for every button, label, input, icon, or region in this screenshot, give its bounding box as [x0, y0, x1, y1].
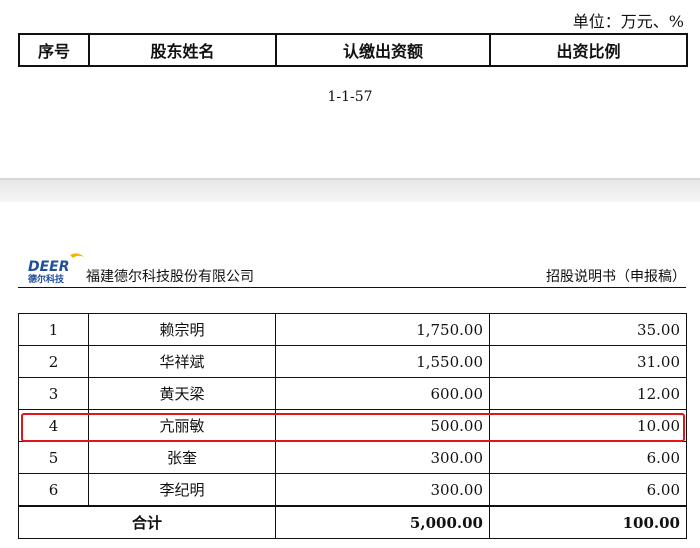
shareholder-table-header: 序号 股东姓名 认缴出资额 出资比例: [18, 33, 688, 67]
row-number: 3: [18, 377, 89, 410]
row-number: 5: [18, 441, 89, 474]
contribution-ratio: 6.00: [489, 473, 687, 507]
contribution-ratio: 31.00: [489, 345, 687, 378]
table-row: 1 赖宗明 1,750.00 35.00: [18, 313, 687, 346]
company-name: 福建德尔科技股份有限公司: [86, 269, 254, 285]
row-number: 2: [18, 345, 89, 378]
subscribed-amount: 1,550.00: [275, 345, 490, 378]
row-number: 6: [18, 473, 89, 507]
shareholder-name: 张奎: [88, 441, 276, 474]
contribution-ratio: 6.00: [489, 441, 687, 474]
total-amount: 5,000.00: [275, 505, 490, 539]
table-row: 3 黄天梁 600.00 12.00: [18, 377, 687, 410]
col-header-amount: 认缴出资额: [275, 33, 491, 67]
subscribed-amount: 300.00: [275, 473, 490, 507]
logo-swoosh: [70, 253, 84, 258]
shareholder-name: 赖宗明: [88, 313, 276, 346]
highlight-box: [21, 413, 685, 442]
page-gap: [0, 180, 700, 202]
deer-logo: DEER 德尔科技: [28, 253, 84, 285]
logo-text-bottom: 德尔科技: [28, 273, 65, 285]
shareholder-name: 李纪明: [88, 473, 276, 507]
col-header-ratio: 出资比例: [489, 33, 688, 67]
col-header-no: 序号: [18, 33, 90, 67]
logo-text-top: DEER: [28, 259, 70, 275]
header-rule: [18, 287, 686, 288]
table-row: 2 华祥斌 1,550.00 31.00: [18, 345, 687, 378]
table-row: 6 李纪明 300.00 6.00: [18, 473, 687, 507]
subscribed-amount: 300.00: [275, 441, 490, 474]
contribution-ratio: 12.00: [489, 377, 687, 410]
page-number: 1-1-57: [327, 89, 373, 105]
unit-note: 单位：万元、%: [572, 12, 684, 31]
shareholder-name: 华祥斌: [88, 345, 276, 378]
total-ratio: 100.00: [489, 505, 687, 539]
subscribed-amount: 1,750.00: [275, 313, 490, 346]
row-number: 1: [18, 313, 89, 346]
table-row: 5 张奎 300.00 6.00: [18, 441, 687, 474]
total-row: 合计 5,000.00 100.00: [18, 505, 687, 539]
col-header-name: 股东姓名: [88, 33, 277, 67]
shareholder-name: 黄天梁: [88, 377, 276, 410]
subscribed-amount: 600.00: [275, 377, 490, 410]
contribution-ratio: 35.00: [489, 313, 687, 346]
total-label: 合计: [18, 505, 276, 539]
document-title: 招股说明书（申报稿）: [546, 269, 686, 285]
